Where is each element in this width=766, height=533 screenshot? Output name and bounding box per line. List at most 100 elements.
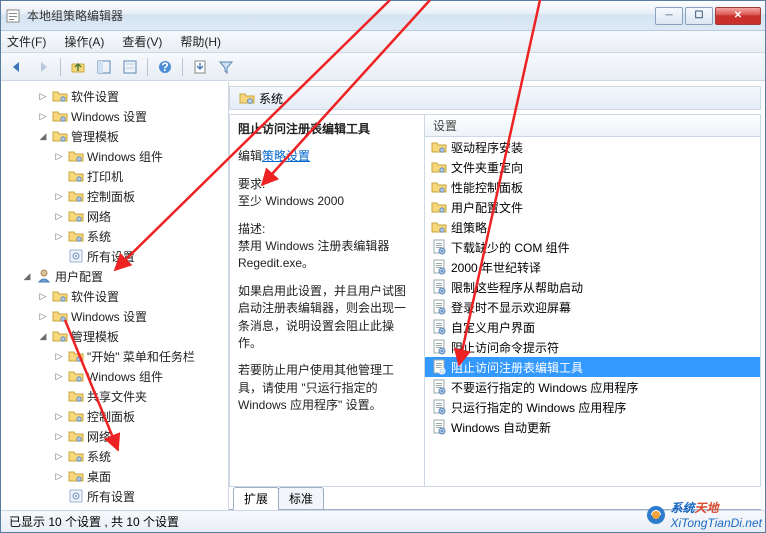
tab-standard[interactable]: 标准: [278, 487, 324, 510]
list-item[interactable]: 性能控制面板: [425, 177, 760, 197]
tree-item[interactable]: ▷网络: [5, 206, 228, 226]
list-item[interactable]: 组策略: [425, 217, 760, 237]
twisty-icon[interactable]: ▷: [53, 371, 65, 382]
properties-button[interactable]: [118, 56, 142, 78]
folder-icon: [68, 168, 84, 184]
minimize-button[interactable]: ─: [655, 7, 683, 25]
edit-policy-link[interactable]: 策略设置: [262, 149, 310, 163]
twisty-icon[interactable]: ▷: [37, 311, 49, 322]
tree-item[interactable]: 打印机: [5, 166, 228, 186]
list-item[interactable]: 驱动程序安装: [425, 137, 760, 157]
list-item-label: 下载缺少的 COM 组件: [451, 239, 570, 256]
tree-item-label: Windows 设置: [71, 308, 147, 325]
list-item-label: 自定义用户界面: [451, 319, 535, 336]
folder-icon: [431, 139, 447, 155]
list-item[interactable]: 登录时不显示欢迎屏幕: [425, 297, 760, 317]
edit-prefix: 编辑: [238, 149, 262, 163]
forward-button[interactable]: [31, 56, 55, 78]
twisty-icon[interactable]: ▷: [53, 351, 65, 362]
menu-help[interactable]: 帮助(H): [180, 33, 221, 50]
twisty-icon[interactable]: ▷: [37, 111, 49, 122]
tree-item-label: 系统: [87, 228, 111, 245]
list-item[interactable]: 不要运行指定的 Windows 应用程序: [425, 377, 760, 397]
back-button[interactable]: [5, 56, 29, 78]
list-item-label: 阻止访问注册表编辑工具: [451, 359, 583, 376]
tree-item[interactable]: ▷ 桌面: [5, 466, 228, 486]
tree-item[interactable]: ▷ 系统: [5, 446, 228, 466]
twisty-icon[interactable]: ▷: [53, 451, 65, 462]
tree-item[interactable]: ▷ 系统: [5, 226, 228, 246]
twisty-icon[interactable]: ▷: [53, 151, 65, 162]
list-item[interactable]: 限制这些程序从帮助启动: [425, 277, 760, 297]
twisty-icon[interactable]: ▷: [53, 431, 65, 442]
list-item[interactable]: 下载缺少的 COM 组件: [425, 237, 760, 257]
folder-icon: [68, 348, 84, 364]
menu-action[interactable]: 操作(A): [64, 33, 104, 50]
tree-item[interactable]: ▷Windows 设置: [5, 106, 228, 126]
tree-item[interactable]: ▷网络: [5, 426, 228, 446]
maximize-button[interactable]: ☐: [685, 7, 713, 25]
settings-list[interactable]: 驱动程序安装文件夹重定向性能控制面板用户配置文件组策略下载缺少的 COM 组件2…: [425, 137, 760, 486]
help-button[interactable]: ?: [153, 56, 177, 78]
list-item[interactable]: 2000 年世纪转译: [425, 257, 760, 277]
tree-item[interactable]: ▷控制面板: [5, 406, 228, 426]
tree-item[interactable]: ◢ 管理模板: [5, 126, 228, 146]
list-item-label: 性能控制面板: [451, 179, 523, 196]
tree-item-label: 系统: [87, 448, 111, 465]
tree-item[interactable]: 所有设置: [5, 486, 228, 506]
tab-extended[interactable]: 扩展: [233, 487, 279, 510]
menu-file[interactable]: 文件(F): [7, 33, 46, 50]
folder-icon: [68, 388, 84, 404]
tabs: 扩展 标准: [229, 487, 761, 509]
twisty-icon[interactable]: ▷: [53, 471, 65, 482]
list-item-label: Windows 自动更新: [451, 419, 551, 436]
tree-item-label: 软件设置: [71, 88, 119, 105]
list-item[interactable]: Windows 自动更新: [425, 417, 760, 437]
tree-item-label: 桌面: [87, 468, 111, 485]
list-item[interactable]: 阻止访问命令提示符: [425, 337, 760, 357]
tree-item[interactable]: ▷软件设置: [5, 286, 228, 306]
list-item[interactable]: 自定义用户界面: [425, 317, 760, 337]
list-item-label: 不要运行指定的 Windows 应用程序: [451, 379, 638, 396]
list-item[interactable]: 文件夹重定向: [425, 157, 760, 177]
twisty-icon[interactable]: ▷: [53, 231, 65, 242]
up-button[interactable]: [66, 56, 90, 78]
tree-item-label: 共享文件夹: [87, 388, 147, 405]
twisty-icon[interactable]: ◢: [21, 271, 33, 282]
policy-icon: [431, 419, 447, 435]
tree-item[interactable]: ▷Windows 组件: [5, 366, 228, 386]
policy-icon: [431, 379, 447, 395]
list-item[interactable]: 只运行指定的 Windows 应用程序: [425, 397, 760, 417]
tree-pane[interactable]: ▷软件设置▷Windows 设置◢管理模板▷Windows 组件打印机▷控制面板…: [1, 82, 229, 510]
tree-item[interactable]: 所有设置: [5, 246, 228, 266]
list-item-label: 登录时不显示欢迎屏幕: [451, 299, 571, 316]
filter-button[interactable]: [214, 56, 238, 78]
tree-item[interactable]: 共享文件夹: [5, 386, 228, 406]
tree-item[interactable]: ▷"开始" 菜单和任务栏: [5, 346, 228, 366]
show-hide-tree-button[interactable]: [92, 56, 116, 78]
twisty-icon[interactable]: ◢: [37, 131, 49, 142]
tree-item[interactable]: ◢管理模板: [5, 326, 228, 346]
twisty-icon[interactable]: ▷: [37, 91, 49, 102]
tree-item[interactable]: ▷Windows 组件: [5, 146, 228, 166]
list-item-label: 限制这些程序从帮助启动: [451, 279, 583, 296]
tree-item[interactable]: ▷控制面板: [5, 186, 228, 206]
list-item[interactable]: 阻止访问注册表编辑工具: [425, 357, 760, 377]
export-button[interactable]: [188, 56, 212, 78]
twisty-icon[interactable]: ◢: [37, 331, 49, 342]
close-button[interactable]: ✕: [715, 7, 761, 25]
toolbar-separator: [147, 58, 148, 76]
tree-item[interactable]: ▷ Windows 设置: [5, 306, 228, 326]
tree-item[interactable]: ◢ 用户配置: [5, 266, 228, 286]
twisty-icon[interactable]: ▷: [53, 411, 65, 422]
twisty-icon[interactable]: ▷: [53, 191, 65, 202]
statusbar: 已显示 10 个设置 , 共 10 个设置: [1, 510, 765, 532]
tree-item[interactable]: ▷ 软件设置: [5, 86, 228, 106]
list-item[interactable]: 用户配置文件: [425, 197, 760, 217]
tree-item-label: 管理模板: [71, 128, 119, 145]
list-column-header[interactable]: 设置: [425, 115, 760, 137]
twisty-icon[interactable]: ▷: [37, 291, 49, 302]
tree-item-label: 用户配置: [55, 268, 103, 285]
menu-view[interactable]: 查看(V): [122, 33, 162, 50]
twisty-icon[interactable]: ▷: [53, 211, 65, 222]
